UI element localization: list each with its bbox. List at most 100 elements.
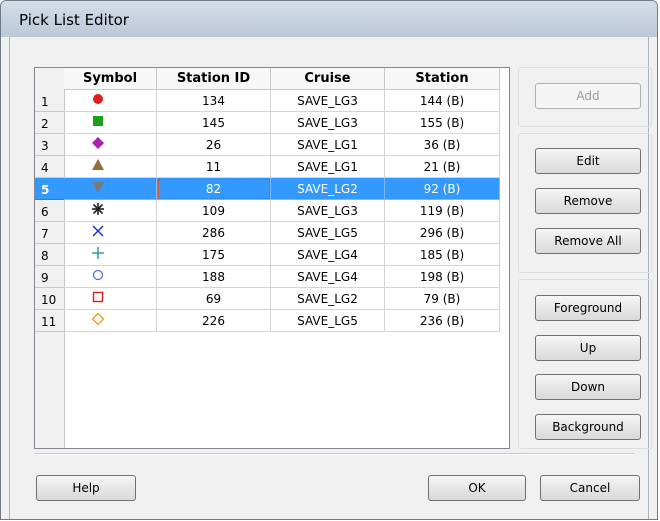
- column-header-station-id[interactable]: Station ID: [157, 68, 271, 90]
- remove-button[interactable]: Remove: [535, 188, 641, 214]
- dialog-body: Symbol Station ID Cruise Station 1 134 SAV…: [9, 37, 652, 519]
- blue-cross-x-icon: [91, 223, 105, 245]
- cell-symbol[interactable]: [64, 178, 157, 200]
- row-number[interactable]: 11: [35, 310, 65, 332]
- pick-list-grid[interactable]: Symbol Station ID Cruise Station 1 134 SAV…: [34, 67, 510, 449]
- background-button[interactable]: Background: [535, 414, 641, 440]
- cell-station-id[interactable]: 82: [157, 178, 271, 200]
- cell-symbol[interactable]: [64, 266, 157, 288]
- cell-symbol[interactable]: [64, 112, 157, 134]
- cell-cruise[interactable]: SAVE_LG5: [271, 310, 385, 332]
- row-number[interactable]: 1: [35, 90, 65, 112]
- red-open-square-icon: [91, 289, 105, 311]
- cell-cruise[interactable]: SAVE_LG3: [271, 90, 385, 112]
- edit-button[interactable]: Edit: [535, 148, 641, 174]
- orange-open-diamond-icon: [91, 311, 105, 333]
- cell-symbol[interactable]: [64, 90, 157, 112]
- table-row[interactable]: 2 145 SAVE_LG3 155 (B): [35, 112, 500, 134]
- cell-cruise[interactable]: SAVE_LG3: [271, 112, 385, 134]
- purple-filled-diamond-icon: [91, 135, 105, 157]
- cell-station-id[interactable]: 69: [157, 288, 271, 310]
- brown-filled-triangle-up-icon: [91, 157, 105, 179]
- cell-symbol[interactable]: [64, 134, 157, 156]
- cell-cruise[interactable]: SAVE_LG1: [271, 134, 385, 156]
- row-number[interactable]: 9: [35, 266, 65, 288]
- add-button[interactable]: Add: [535, 83, 641, 109]
- cancel-button[interactable]: Cancel: [540, 475, 640, 501]
- column-header-cruise[interactable]: Cruise: [271, 68, 385, 90]
- table-row[interactable]: 3 26 SAVE_LG1 36 (B): [35, 134, 500, 156]
- cell-symbol[interactable]: [64, 244, 157, 266]
- column-header-symbol[interactable]: Symbol: [64, 68, 157, 90]
- cell-symbol[interactable]: [64, 200, 157, 222]
- cell-cruise[interactable]: SAVE_LG3: [271, 200, 385, 222]
- cell-symbol[interactable]: [64, 288, 157, 310]
- window-title: Pick List Editor: [19, 11, 129, 29]
- pick-list-editor-window: Pick List Editor Symbol Station ID Cruis…: [0, 0, 658, 520]
- cell-cruise[interactable]: SAVE_LG5: [271, 222, 385, 244]
- cell-station[interactable]: 185 (B): [385, 244, 500, 266]
- cell-station-id[interactable]: 134: [157, 90, 271, 112]
- column-header-station[interactable]: Station: [385, 68, 500, 90]
- row-number[interactable]: 3: [35, 134, 65, 156]
- cell-station[interactable]: 92 (B): [385, 178, 500, 200]
- cell-symbol[interactable]: [64, 222, 157, 244]
- cell-station[interactable]: 119 (B): [385, 200, 500, 222]
- table-row[interactable]: 6 109 SAVE_LG3 119 (B): [35, 200, 500, 222]
- row-number[interactable]: 6: [35, 200, 65, 222]
- cell-cruise[interactable]: SAVE_LG4: [271, 244, 385, 266]
- cell-symbol[interactable]: [64, 156, 157, 178]
- cell-station-id[interactable]: 145: [157, 112, 271, 134]
- black-asterisk-icon: [91, 201, 105, 223]
- cell-cruise[interactable]: SAVE_LG1: [271, 156, 385, 178]
- cell-station[interactable]: 79 (B): [385, 288, 500, 310]
- cell-station-id[interactable]: 26: [157, 134, 271, 156]
- help-button[interactable]: Help: [36, 475, 136, 501]
- red-filled-circle-icon: [91, 91, 105, 113]
- cell-station[interactable]: 198 (B): [385, 266, 500, 288]
- table-row[interactable]: 10 69 SAVE_LG2 79 (B): [35, 288, 500, 310]
- green-filled-square-icon: [91, 113, 105, 135]
- cell-cruise[interactable]: SAVE_LG2: [271, 178, 385, 200]
- remove-all-button[interactable]: Remove All: [535, 228, 641, 254]
- cell-station[interactable]: 144 (B): [385, 90, 500, 112]
- cell-station-id[interactable]: 11: [157, 156, 271, 178]
- grid-corner: [35, 68, 65, 91]
- title-bar[interactable]: Pick List Editor: [1, 1, 657, 37]
- row-number[interactable]: 10: [35, 288, 65, 310]
- order-group: Foreground Up Down Background: [518, 279, 652, 449]
- up-button[interactable]: Up: [535, 335, 641, 361]
- cell-station-id[interactable]: 175: [157, 244, 271, 266]
- table-row[interactable]: 1 134 SAVE_LG3 144 (B): [35, 90, 500, 112]
- cell-symbol[interactable]: [64, 310, 157, 332]
- row-number[interactable]: 4: [35, 156, 65, 178]
- table-row[interactable]: 8 175 SAVE_LG4 185 (B): [35, 244, 500, 266]
- row-number[interactable]: 5: [35, 178, 65, 200]
- table-row[interactable]: 11 226 SAVE_LG5 236 (B): [35, 310, 500, 332]
- cell-station[interactable]: 236 (B): [385, 310, 500, 332]
- cell-station[interactable]: 36 (B): [385, 134, 500, 156]
- blue-open-circle-icon: [91, 267, 105, 289]
- row-number[interactable]: 7: [35, 222, 65, 244]
- foreground-button[interactable]: Foreground: [535, 295, 641, 321]
- cell-station-id[interactable]: 286: [157, 222, 271, 244]
- ok-button[interactable]: OK: [428, 475, 526, 501]
- table-row[interactable]: 5 82 SAVE_LG2 92 (B): [35, 178, 500, 200]
- cell-station[interactable]: 155 (B): [385, 112, 500, 134]
- table-row[interactable]: 9 188 SAVE_LG4 198 (B): [35, 266, 500, 288]
- edit-group: Edit Remove Remove All: [518, 133, 652, 273]
- cell-station[interactable]: 21 (B): [385, 156, 500, 178]
- table-row[interactable]: 4 11 SAVE_LG1 21 (B): [35, 156, 500, 178]
- table-row[interactable]: 7 286 SAVE_LG5 296 (B): [35, 222, 500, 244]
- teal-plus-icon: [91, 245, 105, 267]
- cell-station-id[interactable]: 188: [157, 266, 271, 288]
- cell-cruise[interactable]: SAVE_LG4: [271, 266, 385, 288]
- cell-cruise[interactable]: SAVE_LG2: [271, 288, 385, 310]
- cell-station[interactable]: 296 (B): [385, 222, 500, 244]
- down-button[interactable]: Down: [535, 374, 641, 400]
- footer-separator: [34, 453, 634, 455]
- row-number[interactable]: 8: [35, 244, 65, 266]
- cell-station-id[interactable]: 226: [157, 310, 271, 332]
- cell-station-id[interactable]: 109: [157, 200, 271, 222]
- row-number[interactable]: 2: [35, 112, 65, 134]
